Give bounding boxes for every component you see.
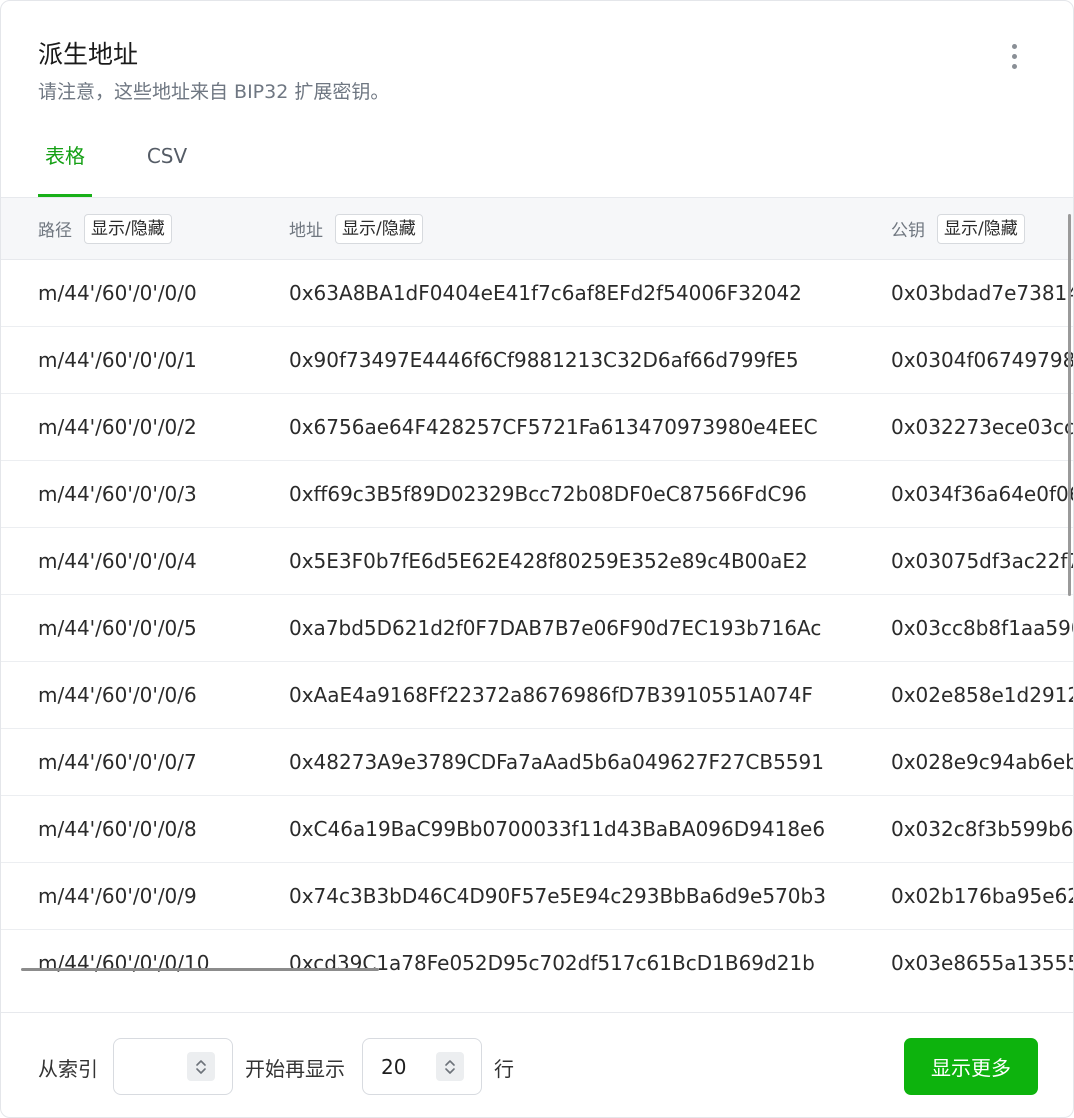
page-title: 派生地址 <box>38 40 139 69</box>
toggle-pubkey-column-button[interactable]: 显示/隐藏 <box>937 213 1025 244</box>
table-row: m/44'/60'/0'/0/6 0xAaE4a9168Ff22372a8676… <box>1 662 1074 729</box>
address-cell: 0x6756ae64F428257CF5721Fa613470973980e4E… <box>289 415 818 439</box>
path-cell: m/44'/60'/0'/0/10 <box>38 951 210 975</box>
table-row: m/44'/60'/0'/0/0 0x63A8BA1dF0404eE41f7c6… <box>1 260 1074 327</box>
up-down-chevron-icon <box>196 1059 206 1074</box>
column-label-pubkey: 公钥 <box>891 221 925 241</box>
column-label-path: 路径 <box>38 221 72 241</box>
row-count-stepper[interactable] <box>362 1038 482 1095</box>
vertical-scrollbar[interactable] <box>1068 214 1071 596</box>
up-down-chevron-icon <box>445 1059 455 1074</box>
address-cell: 0xff69c3B5f89D02329Bcc72b08DF0eC87566FdC… <box>289 482 807 506</box>
tab-table[interactable]: 表格 <box>38 121 92 197</box>
tab-csv-label: CSV <box>146 144 188 168</box>
table-row: m/44'/60'/0'/0/2 0x6756ae64F428257CF5721… <box>1 394 1074 461</box>
column-label-address: 地址 <box>289 221 323 241</box>
pubkey-cell: 0x0304f06749798 <box>891 348 1074 372</box>
table-row: m/44'/60'/0'/0/8 0xC46a19BaC99Bb0700033f… <box>1 796 1074 863</box>
from-index-spinner[interactable] <box>187 1052 215 1081</box>
path-cell: m/44'/60'/0'/0/5 <box>38 616 197 640</box>
tab-csv[interactable]: CSV <box>143 121 191 197</box>
path-cell: m/44'/60'/0'/0/2 <box>38 415 197 439</box>
table-row: m/44'/60'/0'/0/7 0x48273A9e3789CDFa7aAad… <box>1 729 1074 796</box>
address-cell: 0x63A8BA1dF0404eE41f7c6af8EFd2f54006F320… <box>289 281 802 305</box>
address-cell: 0xC46a19BaC99Bb0700033f11d43BaBA096D9418… <box>289 817 826 841</box>
table-row: m/44'/60'/0'/0/9 0x74c3B3bD46C4D90F57e5E… <box>1 863 1074 930</box>
toggle-path-column-button[interactable]: 显示/隐藏 <box>84 213 172 244</box>
show-more-button[interactable]: 显示更多 <box>904 1038 1038 1095</box>
address-cell: 0xAaE4a9168Ff22372a8676986fD7B3910551A07… <box>289 683 813 707</box>
pubkey-cell: 0x03e8655a13555 <box>891 951 1074 975</box>
pubkey-cell: 0x032c8f3b599b67 <box>891 817 1074 841</box>
row-count-spinner[interactable] <box>436 1052 464 1081</box>
toggle-address-column-button[interactable]: 显示/隐藏 <box>335 213 423 244</box>
table-row: m/44'/60'/0'/0/1 0x90f73497E4446f6Cf9881… <box>1 327 1074 394</box>
from-index-stepper[interactable] <box>113 1038 233 1095</box>
column-header-pubkey: 公钥 显示/隐藏 <box>891 198 1025 259</box>
pubkey-cell: 0x02e858e1d2912 <box>891 683 1074 707</box>
path-cell: m/44'/60'/0'/0/0 <box>38 281 197 305</box>
page-subtitle: 请注意，这些地址来自 BIP32 扩展密钥。 <box>38 81 390 103</box>
table-row: m/44'/60'/0'/0/10 0xcd39C1a78Fe052D95c70… <box>1 930 1074 997</box>
pubkey-cell: 0x034f36a64e0f06 <box>891 482 1074 506</box>
table-row: m/44'/60'/0'/0/4 0x5E3F0b7fE6d5E62E428f8… <box>1 528 1074 595</box>
pagination-footer: 从索引 开始再显示 行 显示更多 <box>1 1012 1073 1117</box>
column-header-address: 地址 显示/隐藏 <box>289 198 423 259</box>
address-cell: 0xcd39C1a78Fe052D95c702df517c61BcD1B69d2… <box>289 951 815 975</box>
path-cell: m/44'/60'/0'/0/6 <box>38 683 197 707</box>
address-cell: 0xa7bd5D621d2f0F7DAB7B7e06F90d7EC193b716… <box>289 616 822 640</box>
address-cell: 0x90f73497E4446f6Cf9881213C32D6af66d799f… <box>289 348 799 372</box>
path-cell: m/44'/60'/0'/0/9 <box>38 884 197 908</box>
from-index-input[interactable] <box>114 1039 190 1094</box>
address-cell: 0x5E3F0b7fE6d5E62E428f80259E352e89c4B00a… <box>289 549 808 573</box>
row-count-input[interactable] <box>363 1039 439 1094</box>
path-cell: m/44'/60'/0'/0/4 <box>38 549 197 573</box>
derived-addresses-card: 派生地址 请注意，这些地址来自 BIP32 扩展密钥。 表格 CSV 路径 显示… <box>0 0 1074 1118</box>
path-cell: m/44'/60'/0'/0/7 <box>38 750 197 774</box>
path-cell: m/44'/60'/0'/0/8 <box>38 817 197 841</box>
table-row: m/44'/60'/0'/0/5 0xa7bd5D621d2f0F7DAB7B7… <box>1 595 1074 662</box>
path-cell: m/44'/60'/0'/0/1 <box>38 348 197 372</box>
pubkey-cell: 0x03bdad7e73814 <box>891 281 1074 305</box>
address-cell: 0x74c3B3bD46C4D90F57e5E94c293BbBa6d9e570… <box>289 884 826 908</box>
more-vertical-icon[interactable] <box>999 39 1029 73</box>
from-index-label: 从索引 <box>38 1057 98 1081</box>
table-header: 路径 显示/隐藏 地址 显示/隐藏 公钥 显示/隐藏 <box>1 197 1073 260</box>
tab-bar: 表格 CSV <box>1 121 1073 197</box>
table-body: m/44'/60'/0'/0/0 0x63A8BA1dF0404eE41f7c6… <box>1 260 1074 1012</box>
pubkey-cell: 0x032273ece03cc <box>891 415 1074 439</box>
horizontal-scrollbar[interactable] <box>21 968 379 971</box>
path-cell: m/44'/60'/0'/0/3 <box>38 482 197 506</box>
pubkey-cell: 0x03cc8b8f1aa590 <box>891 616 1074 640</box>
pubkey-cell: 0x028e9c94ab6eb <box>891 750 1074 774</box>
tab-table-label: 表格 <box>45 144 85 168</box>
pubkey-cell: 0x03075df3ac22f7 <box>891 549 1074 573</box>
column-header-path: 路径 显示/隐藏 <box>38 198 172 259</box>
pubkey-cell: 0x02b176ba95e62 <box>891 884 1074 908</box>
rows-unit-label: 行 <box>494 1057 514 1081</box>
start-show-label: 开始再显示 <box>245 1057 345 1081</box>
table-row: m/44'/60'/0'/0/3 0xff69c3B5f89D02329Bcc7… <box>1 461 1074 528</box>
address-cell: 0x48273A9e3789CDFa7aAad5b6a049627F27CB55… <box>289 750 824 774</box>
